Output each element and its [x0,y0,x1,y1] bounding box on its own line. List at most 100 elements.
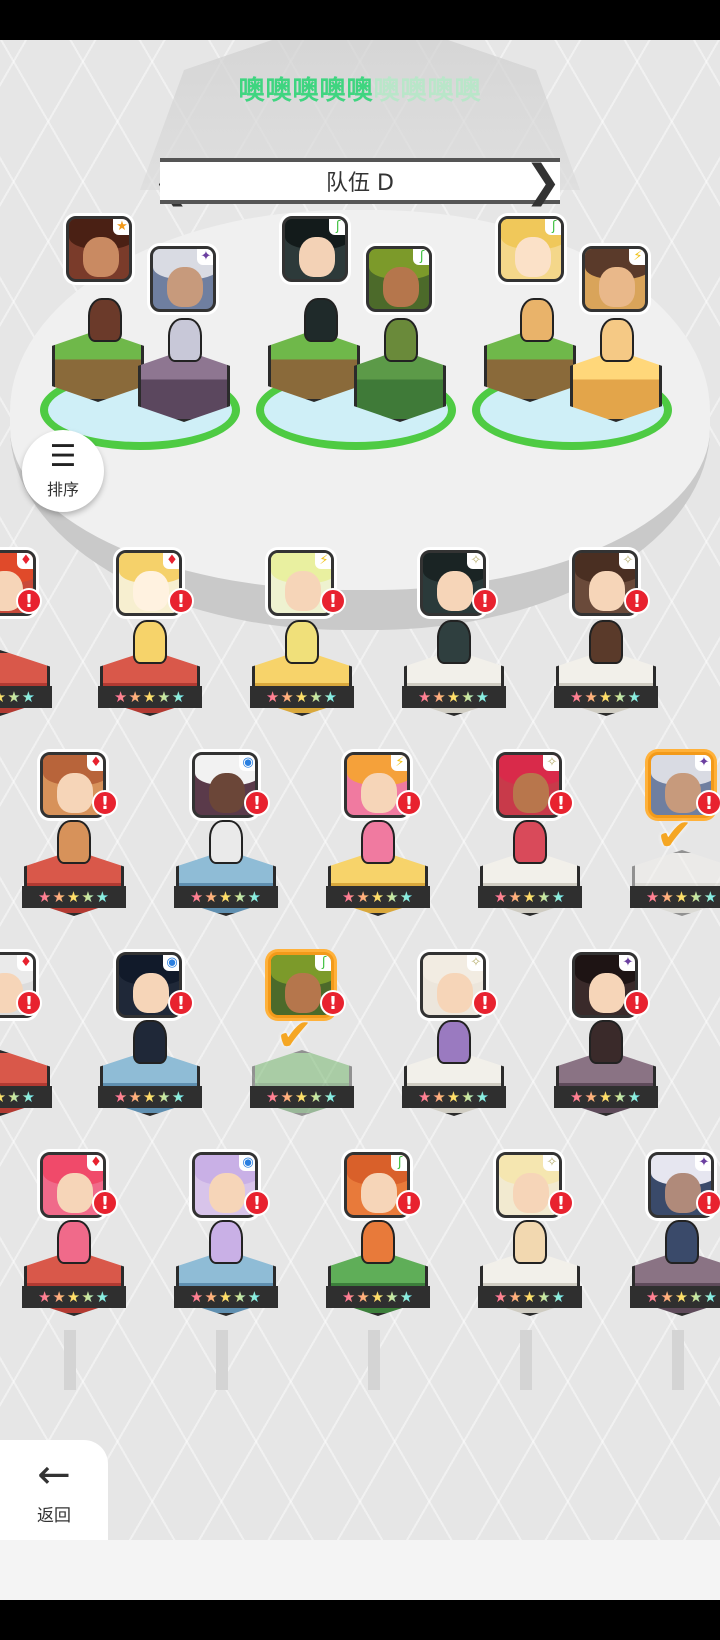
alert-badge: ! [244,790,270,816]
star-rating: ★★★★★ [478,886,582,908]
star-rating: ★★★★★ [0,1086,52,1108]
back-button[interactable]: ← 返回 [0,1440,108,1540]
selected-check-icon: ✔ [656,810,693,861]
element-icon: ✦ [197,249,213,265]
element-icon: ◉ [239,755,255,771]
element-icon: ♦ [17,553,33,569]
star-rating: ★★★★★ [402,1086,506,1108]
alert-badge: ! [624,990,650,1016]
chibi-character [168,318,202,362]
chibi-character [384,318,418,362]
next-team-arrow[interactable]: ❯ [525,152,562,210]
element-icon: ʃ [315,955,331,971]
element-icon: ♦ [87,755,103,771]
element-icon: ♦ [163,553,179,569]
alert-badge: ! [696,790,720,816]
star-rating: ★★★★★ [554,1086,658,1108]
stand-pole [368,1330,380,1390]
star-rating: ★★★★★ [554,686,658,708]
element-icon: ◉ [163,955,179,971]
chibi-character [209,1220,243,1264]
star-rating: ★★★★★ [630,886,720,908]
alert-badge: ! [472,588,498,614]
banner-text: 噢噢噢噢噢噢噢噢噢 [0,70,720,107]
element-icon: ✦ [695,1155,711,1171]
chibi-character [437,620,471,664]
team-portrait[interactable]: ʃ [498,216,564,282]
star-rating: ★★★★★ [250,686,354,708]
chibi-character [57,1220,91,1264]
alert-badge: ! [16,990,42,1016]
sort-label: 排序 [46,480,79,499]
team-portrait[interactable]: ʃ [282,216,348,282]
element-icon: ★ [113,219,129,235]
element-icon: ʃ [391,1155,407,1171]
sort-icon: ☰ [49,439,77,474]
alert-badge: ! [396,790,422,816]
element-icon: ⚡ [629,249,645,265]
chibi-character [57,820,91,864]
chibi-character [600,318,634,362]
alert-badge: ! [168,588,194,614]
star-rating: ★★★★★ [478,1286,582,1308]
chibi-character [88,298,122,342]
star-rating: ★★★★★ [174,1286,278,1308]
alert-badge: ! [92,790,118,816]
chibi-character [361,1220,395,1264]
alert-badge: ! [92,1190,118,1216]
alert-badge: ! [696,1190,720,1216]
banner-text-dim: 噢噢噢噢 [373,76,482,106]
chibi-character [589,620,623,664]
chibi-character [520,298,554,342]
star-rating: ★★★★★ [630,1286,720,1308]
sort-button[interactable]: ☰ 排序 [22,430,104,512]
chibi-character [285,620,319,664]
element-icon: ✦ [695,755,711,771]
chibi-character [513,820,547,864]
element-icon: ⚡ [391,755,407,771]
alert-badge: ! [624,588,650,614]
element-icon: ✧ [543,755,559,771]
star-rating: ★★★★★ [98,1086,202,1108]
back-label: 返回 [37,1505,71,1526]
element-icon: ʃ [413,249,429,265]
alert-badge: ! [244,1190,270,1216]
team-name: 队伍 D [326,171,394,196]
alert-badge: ! [168,990,194,1016]
star-rating: ★★★★★ [402,686,506,708]
element-icon: ✧ [619,553,635,569]
banner-text-lit: 噢噢噢噢噢 [238,76,374,106]
star-rating: ★★★★★ [326,1286,430,1308]
alert-badge: ! [320,588,346,614]
stand-pole [64,1330,76,1390]
chibi-character [361,820,395,864]
alert-badge: ! [16,588,42,614]
back-arrow-icon: ← [37,1451,71,1498]
alert-badge: ! [548,1190,574,1216]
star-rating: ★★★★★ [22,886,126,908]
alert-badge: ! [472,990,498,1016]
chibi-character [209,820,243,864]
team-portrait[interactable]: ★ [66,216,132,282]
team-portrait[interactable]: ✦ [150,246,216,312]
alert-badge: ! [320,990,346,1016]
star-rating: ★★★★★ [250,1086,354,1108]
stand-pole [672,1330,684,1390]
star-rating: ★★★★★ [326,886,430,908]
stand-pole [520,1330,532,1390]
team-portrait[interactable]: ʃ [366,246,432,312]
team-portrait[interactable]: ⚡ [582,246,648,312]
star-rating: ★★★★★ [174,886,278,908]
element-icon: ◉ [239,1155,255,1171]
element-icon: ✧ [467,553,483,569]
element-icon: ♦ [87,1155,103,1171]
game-screen: 噢噢噢噢噢噢噢噢噢 ❮ 队伍 D ❯ ★ ✦ ʃ ʃ ʃ ⚡ [0,40,720,1600]
alert-badge: ! [548,790,574,816]
chibi-character [665,1220,699,1264]
stand-pole [216,1330,228,1390]
bottom-strip [0,1540,720,1600]
chibi-character [589,1020,623,1064]
element-icon: ✧ [467,955,483,971]
element-icon: ʃ [545,219,561,235]
element-icon: ✦ [619,955,635,971]
